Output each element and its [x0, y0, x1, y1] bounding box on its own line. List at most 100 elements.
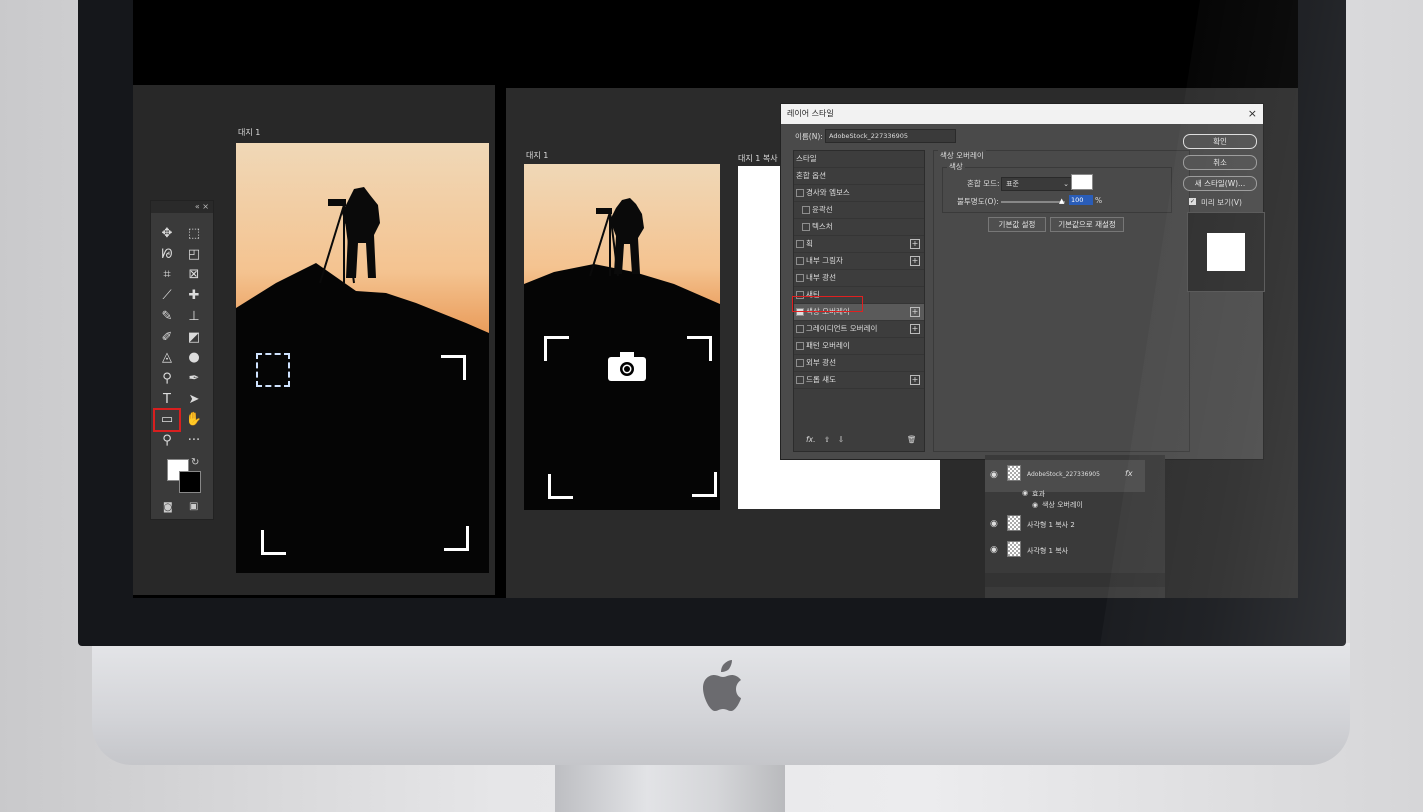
fx-badge-icon: fx — [1125, 469, 1133, 478]
style-checkbox[interactable] — [802, 206, 810, 214]
screen-mode-icon[interactable]: ▣ — [189, 501, 198, 512]
frame-icon[interactable]: ⊠ — [183, 266, 205, 284]
zoom-icon[interactable]: ⚲ — [156, 432, 178, 450]
new-style-button[interactable]: 새 스타일(W)... — [1183, 176, 1257, 191]
style-checkbox[interactable] — [796, 240, 804, 248]
reset-default-button[interactable]: 기본값으로 재설정 — [1050, 217, 1124, 232]
swap-colors-icon[interactable]: ↻ — [191, 457, 199, 468]
path-select-icon[interactable]: ➤ — [183, 391, 205, 409]
healing-icon[interactable]: ✚ — [183, 287, 205, 305]
quick-mask-icon[interactable]: ◙ — [163, 502, 173, 513]
style-item[interactable]: 드롭 섀도 + — [794, 372, 924, 389]
blend-options-item[interactable]: 혼합 옵션 — [794, 168, 924, 185]
style-preview — [1187, 212, 1265, 292]
marquee-icon[interactable]: ⬚ — [183, 225, 205, 243]
blend-mode-select[interactable]: 표준 ⌄ — [1001, 177, 1073, 191]
artboard-middle[interactable] — [524, 164, 720, 510]
style-item[interactable]: 획 + — [794, 236, 924, 253]
history-brush-icon[interactable]: ✐ — [156, 329, 178, 347]
paint-bucket-icon[interactable]: ◬ — [156, 349, 178, 367]
style-list-header[interactable]: 스타일 — [794, 151, 924, 168]
eraser-icon[interactable]: ◩ — [183, 329, 205, 347]
trash-icon[interactable]: 🗑 — [907, 435, 917, 444]
layer-name-3[interactable]: 사각형 1 복사 — [1027, 546, 1187, 556]
close-icon[interactable]: × — [1248, 104, 1257, 124]
style-label: 드롭 섀도 — [806, 375, 836, 384]
layers-footer-bar — [985, 573, 1165, 587]
layer-name-2[interactable]: 사각형 1 복사 2 — [1027, 520, 1187, 530]
style-checkbox[interactable] — [796, 257, 804, 265]
crop-icon[interactable]: ⌗ — [156, 266, 178, 284]
style-checkbox[interactable] — [796, 189, 804, 197]
preview-label: 미리 보기(V) — [1201, 198, 1242, 207]
style-item[interactable]: 그레이디언트 오버레이 + — [794, 321, 924, 338]
brush-icon[interactable]: ✎ — [156, 308, 178, 326]
preview-checkbox[interactable]: ✓ — [1189, 198, 1196, 205]
color-overlay-highlight — [792, 296, 863, 312]
more-icon[interactable]: ··· — [183, 432, 205, 450]
style-label: 외부 광선 — [806, 358, 836, 367]
style-item[interactable]: 내부 그림자 + — [794, 253, 924, 270]
corner-bracket-bl — [548, 474, 573, 499]
style-item[interactable]: 내부 광선 — [794, 270, 924, 287]
style-label: 경사와 엠보스 — [806, 188, 850, 197]
tools-panel-header[interactable]: « × — [151, 201, 213, 213]
opacity-slider-track[interactable] — [1001, 201, 1065, 203]
overlay-color-swatch[interactable] — [1071, 174, 1093, 190]
artboard-label-right: 대지 1 복사 — [738, 154, 778, 163]
blur-icon[interactable]: ● — [183, 349, 205, 367]
artboard-label-left: 대지 1 — [238, 128, 261, 137]
section-sub: 색상 — [947, 161, 965, 172]
opacity-input[interactable]: 100 — [1069, 195, 1093, 205]
add-style-icon[interactable]: + — [910, 239, 920, 249]
hand-icon[interactable]: ✋ — [183, 411, 205, 429]
eye-icon[interactable]: ◉ — [990, 470, 998, 480]
rectangle-icon[interactable]: ▭ — [153, 408, 181, 433]
move-down-icon[interactable]: ⇩ — [838, 435, 844, 444]
style-item[interactable]: 텍스처 — [794, 219, 924, 236]
tools-panel: « × ✥ ⬚ ᘘ ◰ ⌗ ⊠ ⟋ ✚ ✎ ⊥ ✐ ◩ ◬ ● ⚲ ✒ T ➤ ▭ ✋ ⚲ ··· ↻ ◙ ▣ — [150, 200, 214, 520]
effect-item[interactable]: 색상 오버레이 — [1042, 500, 1202, 510]
ok-button[interactable]: 확인 — [1183, 134, 1257, 149]
corner-bracket-bl — [261, 530, 286, 555]
name-field[interactable]: AdobeStock_227336905 — [825, 129, 956, 143]
style-checkbox[interactable] — [796, 376, 804, 384]
add-style-icon[interactable]: + — [910, 375, 920, 385]
add-style-icon[interactable]: + — [910, 256, 920, 266]
background-color-swatch[interactable] — [179, 471, 201, 493]
eye-icon[interactable]: ◉ — [990, 519, 998, 529]
cancel-button[interactable]: 취소 — [1183, 155, 1257, 170]
fx-icon[interactable]: fx. — [806, 435, 815, 444]
opacity-slider-handle[interactable]: ▲ — [1059, 197, 1064, 205]
style-checkbox[interactable] — [796, 342, 804, 350]
type-icon[interactable]: T — [156, 391, 178, 409]
eye-icon[interactable]: ◉ — [990, 545, 998, 555]
dodge-icon[interactable]: ⚲ — [156, 370, 178, 388]
style-checkbox[interactable] — [802, 223, 810, 231]
style-item[interactable]: 경사와 엠보스 — [794, 185, 924, 202]
style-checkbox[interactable] — [796, 274, 804, 282]
object-select-icon[interactable]: ◰ — [183, 246, 205, 264]
style-checkbox[interactable] — [796, 359, 804, 367]
lasso-icon[interactable]: ᘘ — [156, 246, 178, 264]
opacity-label: 불투명도(O): — [957, 197, 999, 206]
make-default-button[interactable]: 기본값 설정 — [988, 217, 1046, 232]
style-item[interactable]: 윤곽선 — [794, 202, 924, 219]
style-label: 그레이디언트 오버레이 — [806, 324, 878, 333]
eyedropper-icon[interactable]: ⟋ — [156, 287, 178, 305]
add-style-icon[interactable]: + — [910, 307, 920, 317]
style-checkbox[interactable] — [796, 325, 804, 333]
eye-icon[interactable]: ◉ — [1032, 501, 1038, 509]
style-item[interactable]: 외부 광선 — [794, 355, 924, 372]
artboard-label-middle: 대지 1 — [526, 151, 549, 160]
style-item[interactable]: 패턴 오버레이 — [794, 338, 924, 355]
eye-icon[interactable]: ◉ — [1022, 489, 1028, 497]
add-style-icon[interactable]: + — [910, 324, 920, 334]
stamp-icon[interactable]: ⊥ — [183, 308, 205, 326]
style-label: 윤곽선 — [812, 205, 833, 214]
move-up-icon[interactable]: ⇧ — [824, 435, 830, 444]
corner-bracket-br — [692, 472, 717, 497]
move-icon[interactable]: ✥ — [156, 225, 178, 243]
artboard-left[interactable] — [236, 143, 489, 573]
pen-icon[interactable]: ✒ — [183, 370, 205, 388]
